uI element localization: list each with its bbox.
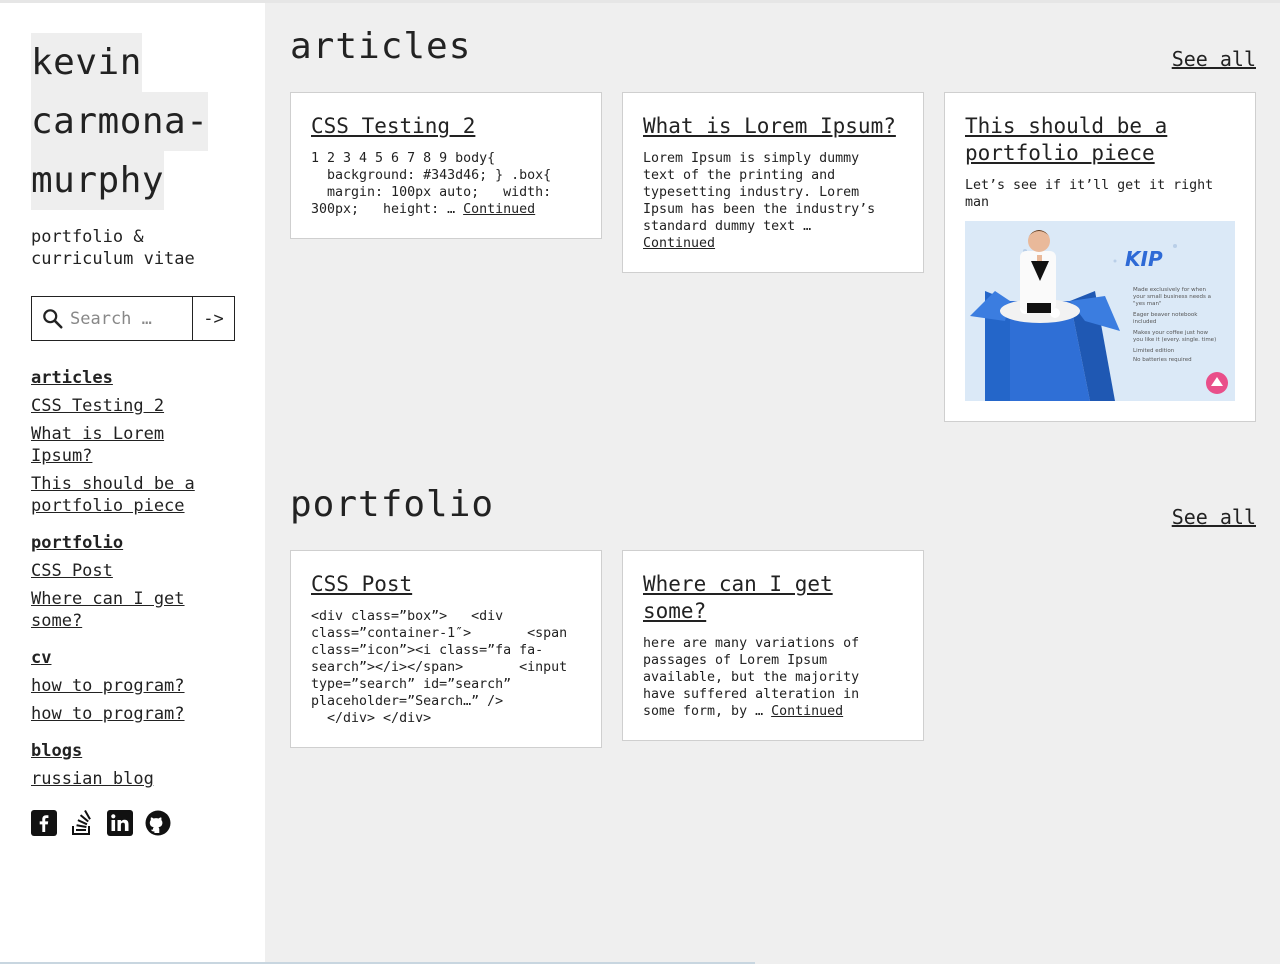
- linkedin-icon[interactable]: [107, 810, 133, 836]
- nav-item-portfolio-piece[interactable]: This should be a portfolio piece: [31, 473, 231, 517]
- site-tagline: portfolio & curriculum vitae: [31, 227, 195, 269]
- articles-section: articles See all CSS Testing 2 1 2 3 4 5…: [290, 3, 1256, 422]
- portfolio-section: portfolio See all CSS Post <div class=”b…: [290, 461, 1256, 748]
- card-title-link[interactable]: What is Lorem Ipsum?: [643, 113, 903, 140]
- thumbnail-bullet: "yes man": [1133, 301, 1162, 307]
- portfolio-card: Where can I get some? here are many vari…: [622, 550, 924, 741]
- nav-item-what-is-lorem-ipsum[interactable]: What is Lorem Ipsum?: [31, 423, 231, 467]
- portfolio-header: portfolio See all: [290, 461, 1256, 531]
- article-card: CSS Testing 2 1 2 3 4 5 6 7 8 9 body{ ba…: [290, 92, 602, 239]
- nav-heading-cv[interactable]: cv: [31, 647, 51, 669]
- search-icon: [43, 308, 63, 329]
- kip-logo-text: KIP: [1125, 247, 1163, 271]
- nav-group-cv: cv how to program? how to program?: [31, 647, 265, 725]
- card-excerpt: 1 2 3 4 5 6 7 8 9 body{ background: #343…: [311, 150, 581, 218]
- sidebar-nav: articles CSS Testing 2 What is Lorem Ips…: [31, 367, 265, 790]
- articles-heading: articles: [290, 26, 472, 67]
- nav-group-portfolio: portfolio CSS Post Where can I get some?: [31, 532, 265, 632]
- article-card: What is Lorem Ipsum? Lorem Ipsum is simp…: [622, 92, 924, 273]
- portfolio-card-list: CSS Post <div class=”box”> <div class=”c…: [290, 550, 1256, 748]
- continued-link[interactable]: Continued: [463, 202, 535, 217]
- main-content: articles See all CSS Testing 2 1 2 3 4 5…: [290, 3, 1256, 748]
- card-excerpt: Lorem Ipsum is simply dummy text of the …: [643, 150, 903, 252]
- card-excerpt: <div class=”box”> <div class=”container-…: [311, 609, 568, 726]
- nav-group-blogs: blogs russian blog: [31, 740, 265, 790]
- site-title[interactable]: kevin carmona- murphy: [31, 33, 265, 210]
- portfolio-card: CSS Post <div class=”box”> <div class=”c…: [290, 550, 602, 748]
- search-form: ->: [31, 296, 235, 341]
- site-title-line: carmona-: [31, 92, 209, 151]
- search-field[interactable]: [32, 297, 193, 340]
- stackoverflow-icon[interactable]: [69, 810, 95, 836]
- nav-heading-blogs[interactable]: blogs: [31, 740, 82, 762]
- article-card: This should be a portfolio piece Let’s s…: [944, 92, 1256, 422]
- card-title-link[interactable]: CSS Testing 2: [311, 113, 581, 140]
- site-title-line: kevin: [31, 33, 142, 92]
- facebook-icon[interactable]: [31, 810, 57, 836]
- card-title-link[interactable]: This should be a portfolio piece: [965, 113, 1235, 167]
- nav-heading-articles[interactable]: articles: [31, 367, 113, 389]
- nav-heading-portfolio[interactable]: portfolio: [31, 532, 123, 554]
- card-title-link[interactable]: CSS Post: [311, 571, 581, 598]
- continued-link[interactable]: Continued: [643, 236, 715, 251]
- card-title-link[interactable]: Where can I get some?: [643, 571, 903, 625]
- thumbnail-bullet: Limited edition: [1133, 348, 1175, 354]
- thumbnail-bullet: your small business needs a: [1133, 294, 1211, 300]
- card-excerpt-text: Lorem Ipsum is simply dummy text of the …: [643, 151, 876, 234]
- social-links: [31, 810, 265, 836]
- articles-header: articles See all: [290, 3, 1256, 73]
- thumbnail-bullet: Eager beaver notebook: [1133, 312, 1198, 318]
- nav-item-css-post[interactable]: CSS Post: [31, 560, 231, 582]
- nav-item-where-can-i-get-some[interactable]: Where can I get some?: [31, 588, 231, 632]
- portfolio-see-all-link[interactable]: See all: [1172, 505, 1256, 529]
- continued-link[interactable]: Continued: [771, 704, 843, 719]
- nav-item-css-testing-2[interactable]: CSS Testing 2: [31, 395, 231, 417]
- site-title-line: murphy: [31, 151, 165, 210]
- articles-card-list: CSS Testing 2 1 2 3 4 5 6 7 8 9 body{ ba…: [290, 92, 1256, 422]
- nav-item-russian-blog[interactable]: russian blog: [31, 768, 231, 790]
- portfolio-heading: portfolio: [290, 484, 495, 525]
- thumbnail-bullet: Made exclusively for when: [1133, 287, 1206, 293]
- thumbnail-bullet: No batteries required: [1133, 357, 1192, 363]
- sidebar: kevin carmona- murphy portfolio & curric…: [0, 3, 265, 964]
- thumbnail-bullet: you like it (every. single. time): [1133, 337, 1216, 343]
- thumbnail-bullet: Makes your coffee just how: [1133, 330, 1209, 336]
- search-input[interactable]: [70, 308, 188, 329]
- portfolio-thumbnail-image[interactable]: KIP Made exclusively for when your small…: [965, 221, 1235, 401]
- github-icon[interactable]: [145, 810, 171, 836]
- articles-see-all-link[interactable]: See all: [1172, 47, 1256, 71]
- search-submit-button[interactable]: ->: [193, 297, 234, 340]
- card-excerpt: here are many variations of passages of …: [643, 635, 903, 720]
- thumbnail-bullet: included: [1133, 319, 1156, 325]
- nav-group-articles: articles CSS Testing 2 What is Lorem Ips…: [31, 367, 265, 517]
- nav-item-how-to-program[interactable]: how to program?: [31, 703, 231, 725]
- card-excerpt: Let’s see if it’ll get it right man: [965, 178, 1214, 210]
- nav-item-how-to-program[interactable]: how to program?: [31, 675, 231, 697]
